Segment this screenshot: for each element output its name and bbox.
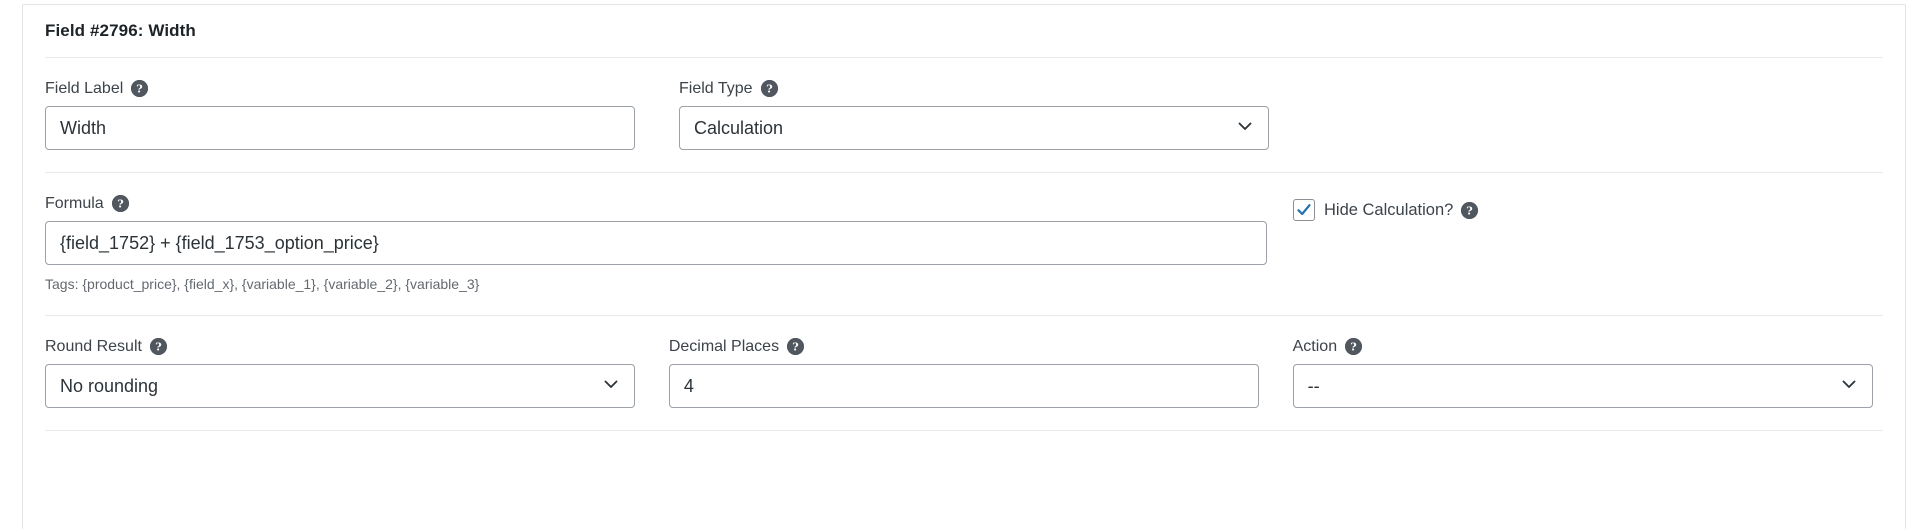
- decimal-places-input[interactable]: 4: [668, 364, 1259, 409]
- row-formula: Formula ? {field_1752} + {field_1753_opt…: [23, 173, 1905, 315]
- formula-input-value: {field_1752} + {field_1753_option_price}: [60, 232, 379, 253]
- formula-input[interactable]: {field_1752} + {field_1753_option_price}: [45, 221, 1267, 265]
- field-label-input[interactable]: Width: [45, 106, 635, 150]
- question-mark-circle-icon[interactable]: ?: [1461, 201, 1479, 219]
- svg-text:?: ?: [766, 83, 772, 96]
- row-rounding: Round Result ? No rounding Decimal Place…: [23, 316, 1905, 430]
- question-mark-circle-icon[interactable]: ?: [1345, 338, 1363, 356]
- question-mark-circle-icon[interactable]: ?: [111, 195, 129, 212]
- field-label-caption: Field Label ?: [45, 80, 679, 97]
- svg-text:?: ?: [117, 198, 123, 211]
- round-result-caption: Round Result ?: [45, 337, 669, 356]
- panel-header: Field #2796: Width: [23, 5, 1905, 57]
- chevron-down-icon: [1236, 117, 1254, 140]
- formula-group: Formula ? {field_1752} + {field_1753_opt…: [45, 195, 1293, 293]
- field-type-caption-text: Field Type: [679, 79, 753, 97]
- chevron-down-icon: [602, 375, 620, 398]
- field-settings-panel: Field #2796: Width Field Label ? Width F…: [22, 4, 1906, 529]
- formula-caption-text: Formula: [45, 194, 104, 212]
- svg-text:?: ?: [1467, 204, 1473, 217]
- round-result-group: Round Result ? No rounding: [45, 337, 669, 409]
- hide-calculation-checkbox[interactable]: [1293, 199, 1315, 221]
- svg-text:?: ?: [792, 341, 798, 354]
- field-label-group: Field Label ? Width: [45, 80, 679, 150]
- action-caption-text: Action: [1292, 337, 1338, 355]
- decimal-places-caption: Decimal Places ?: [668, 337, 1293, 356]
- svg-text:?: ?: [137, 83, 143, 96]
- divider-row3: [45, 430, 1883, 432]
- field-type-caption: Field Type ?: [679, 80, 1313, 97]
- field-label-caption-text: Field Label: [45, 79, 124, 97]
- action-select-value: --: [1307, 375, 1320, 396]
- decimal-places-caption-text: Decimal Places: [668, 337, 780, 355]
- action-group: Action ? --: [1292, 337, 1883, 409]
- round-result-caption-text: Round Result: [45, 337, 142, 355]
- row-label-type: Field Label ? Width Field Type ? Calcula…: [23, 58, 1905, 172]
- round-result-select-value: No rounding: [60, 375, 159, 396]
- hide-calculation-group: Hide Calculation? ?: [1293, 195, 1853, 221]
- decimal-places-input-value: 4: [683, 375, 694, 396]
- svg-text:?: ?: [155, 341, 161, 354]
- action-caption: Action ?: [1292, 337, 1883, 356]
- question-mark-circle-icon[interactable]: ?: [149, 338, 167, 356]
- hide-calculation-label: Hide Calculation?: [1324, 200, 1454, 219]
- round-result-select[interactable]: No rounding: [45, 364, 635, 409]
- question-mark-circle-icon[interactable]: ?: [131, 80, 149, 97]
- decimal-places-group: Decimal Places ? 4: [668, 337, 1293, 409]
- hide-calculation-row: Hide Calculation? ?: [1293, 199, 1853, 221]
- action-select[interactable]: --: [1292, 364, 1873, 409]
- formula-tags-hint: Tags: {product_price}, {field_x}, {varia…: [45, 276, 480, 292]
- field-label-input-value: Width: [60, 117, 107, 138]
- question-mark-circle-icon[interactable]: ?: [760, 80, 778, 97]
- field-type-group: Field Type ? Calculation: [679, 80, 1313, 150]
- formula-caption: Formula ?: [45, 195, 1293, 212]
- field-type-select-value: Calculation: [694, 117, 784, 138]
- question-mark-circle-icon[interactable]: ?: [787, 338, 805, 356]
- page-title: Field #2796: Width: [45, 21, 196, 40]
- chevron-down-icon: [1840, 375, 1858, 398]
- field-type-select[interactable]: Calculation: [679, 106, 1269, 150]
- checkmark-icon: [1297, 204, 1311, 216]
- svg-text:?: ?: [1350, 341, 1356, 354]
